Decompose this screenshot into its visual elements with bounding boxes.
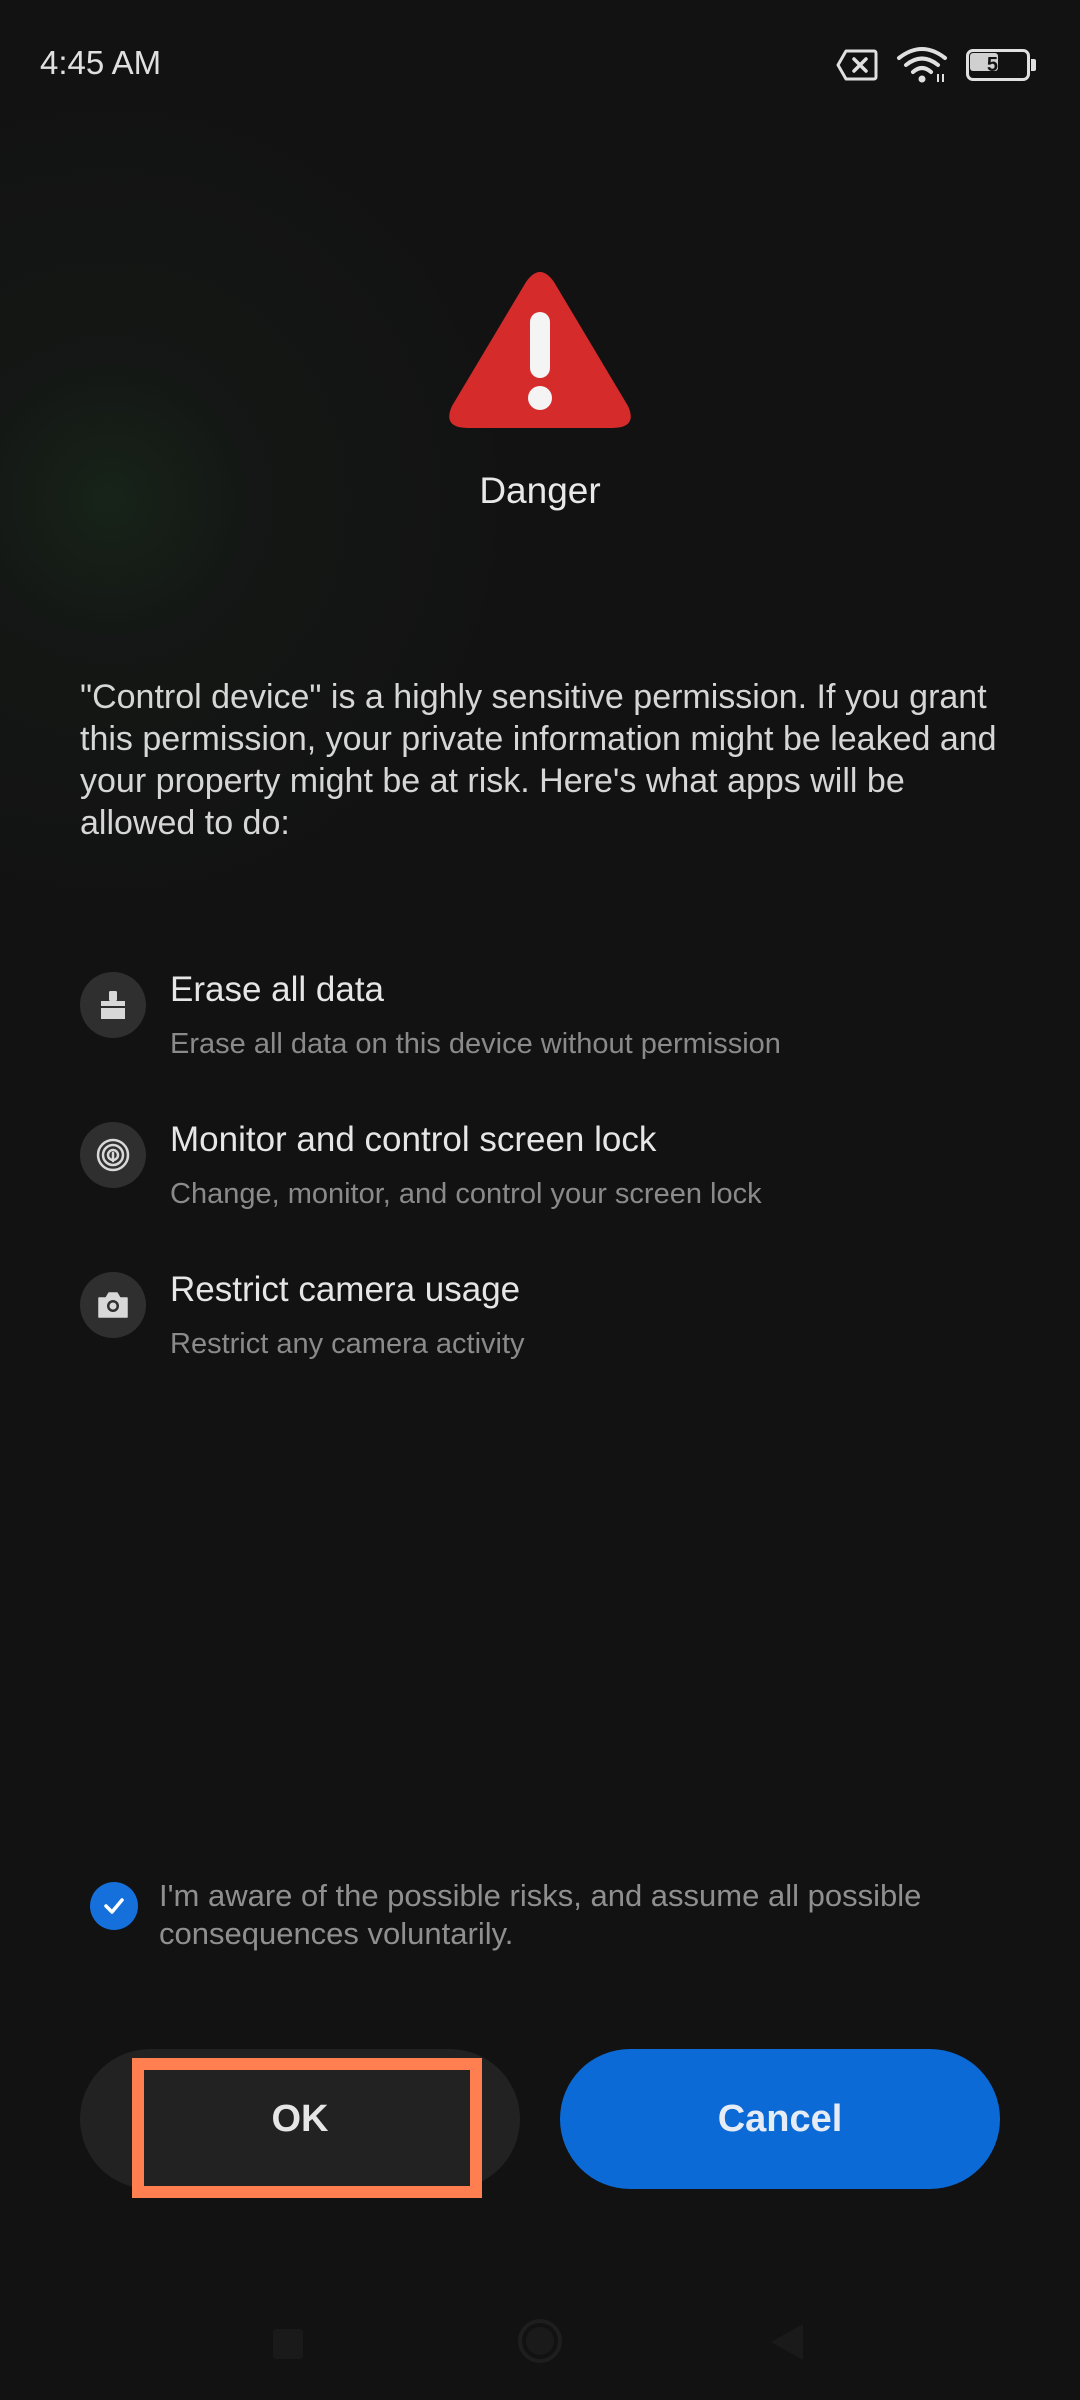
ok-button[interactable]: OK xyxy=(80,2049,520,2189)
permission-title: Erase all data xyxy=(170,970,385,1009)
page-title: Danger xyxy=(479,470,601,511)
status-time: 4:45 AM xyxy=(40,44,162,81)
permission-detail: Erase all data on this device without pe… xyxy=(170,1028,781,1060)
ok-button-label: OK xyxy=(271,2097,329,2140)
status-icons: 52 xyxy=(836,44,1036,86)
warning-triangle-icon xyxy=(449,272,631,428)
home-button[interactable] xyxy=(509,2310,571,2372)
back-button[interactable] xyxy=(755,2310,819,2374)
recent-apps-icon xyxy=(273,2329,303,2359)
battery-icon: 52 xyxy=(966,49,1036,81)
permission-description: "Control device" is a highly sensitive p… xyxy=(80,678,997,842)
back-icon xyxy=(771,2324,803,2360)
checkmark-icon xyxy=(104,1898,124,1914)
permission-detail: Restrict any camera activity xyxy=(170,1328,525,1360)
navigation-bar xyxy=(0,2290,1080,2380)
consent-checkbox[interactable] xyxy=(90,1882,138,1930)
wifi-icon xyxy=(897,47,947,83)
consent-label[interactable]: I'm aware of the possible risks, and ass… xyxy=(159,1877,1019,1953)
list-item: Monitor and control screen lock Change, … xyxy=(80,1120,1020,1240)
camera-icon xyxy=(80,1272,146,1338)
eraser-icon xyxy=(80,972,146,1038)
battery-level: 52 xyxy=(986,54,1010,76)
cancel-button-label: Cancel xyxy=(717,2097,843,2140)
no-sim-icon xyxy=(836,49,878,81)
permission-title: Restrict camera usage xyxy=(170,1270,521,1309)
home-icon xyxy=(518,2319,562,2363)
fingerprint-icon xyxy=(80,1122,146,1188)
cancel-button[interactable]: Cancel xyxy=(560,2049,1000,2189)
permission-title: Monitor and control screen lock xyxy=(170,1120,657,1159)
risk-consent[interactable]: I'm aware of the possible risks, and ass… xyxy=(90,1877,1010,1957)
list-item: Erase all data Erase all data on this de… xyxy=(80,970,1020,1090)
list-item: Restrict camera usage Restrict any camer… xyxy=(80,1270,1020,1390)
recent-apps-button[interactable] xyxy=(256,2312,320,2376)
status-bar: 4:45 AM 52 xyxy=(0,0,1080,130)
permission-detail: Change, monitor, and control your screen… xyxy=(170,1178,762,1210)
